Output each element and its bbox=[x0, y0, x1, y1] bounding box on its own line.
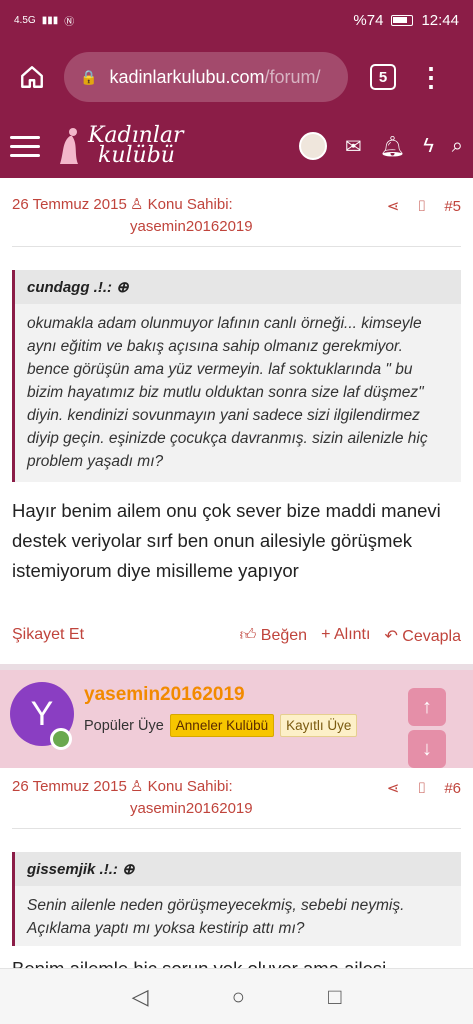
url-host: kadinlarkulubu.com bbox=[109, 66, 265, 87]
post-actions-right: 👍︎ Beğen + Alıntı ↶ Cevapla bbox=[240, 626, 461, 646]
quote-block: gissemjik .!.: ⊕ Senin ailenle neden gör… bbox=[12, 852, 461, 946]
network-indicator: 4.5G bbox=[14, 14, 36, 26]
logo-line-2: kulübü bbox=[98, 143, 175, 168]
home-icon bbox=[21, 66, 43, 88]
quote-text: Senin ailenle neden görüşmeyecekmiş, seb… bbox=[27, 897, 405, 937]
lock-icon: 🔒 bbox=[80, 68, 98, 85]
home-button[interactable] bbox=[12, 57, 52, 97]
arrow-up-circle-icon: ⊕ bbox=[116, 279, 129, 296]
status-left: 4.5G ▮▮▮ Ⓝ bbox=[14, 13, 74, 28]
scroll-up-button[interactable]: ↑ bbox=[408, 688, 446, 726]
quote-button[interactable]: + Alıntı bbox=[321, 626, 370, 646]
battery-percent: %74 bbox=[353, 11, 384, 29]
post-number[interactable]: #5 bbox=[444, 196, 461, 218]
reply-button[interactable]: ↶ Cevapla bbox=[384, 626, 461, 646]
status-right: %74 12:44 bbox=[353, 12, 459, 29]
reply-icon: ↶ bbox=[384, 628, 398, 645]
thread-owner: ♙ Konu Sahibi: yasemin20162019 bbox=[130, 194, 387, 238]
bookmark-icon[interactable]: ⌷ bbox=[417, 778, 426, 800]
online-status-icon bbox=[50, 728, 72, 750]
system-nav-bar: ◁ ○ □ bbox=[0, 968, 473, 1024]
logo-figure-icon bbox=[60, 128, 78, 164]
url-path: /forum/ bbox=[264, 66, 321, 87]
post-date[interactable]: 26 Temmuz 2015 bbox=[12, 776, 130, 820]
owner-label: Konu Sahibi: bbox=[147, 196, 233, 213]
like-label: Beğen bbox=[260, 627, 308, 644]
tab-switcher-button[interactable]: 5 bbox=[370, 64, 396, 90]
club-badge: Anneler Kulübü bbox=[169, 714, 275, 737]
hamburger-menu-icon[interactable] bbox=[10, 135, 40, 157]
address-bar[interactable]: 🔒 kadinlarkulubu.com/forum/ bbox=[64, 52, 348, 102]
scroll-down-button[interactable]: ↓ bbox=[408, 730, 446, 768]
clock: 12:44 bbox=[421, 11, 459, 29]
quote-text: okumakla adam olunmuyor lafının canlı ör… bbox=[27, 315, 428, 470]
back-icon[interactable]: ◁ bbox=[132, 984, 149, 1010]
registered-badge: Kayıtlı Üye bbox=[280, 714, 358, 737]
battery-icon bbox=[391, 14, 414, 26]
post-meta-actions: ⋖ ⌷ #5 bbox=[387, 194, 461, 238]
post-number[interactable]: #6 bbox=[444, 778, 461, 800]
bell-icon[interactable]: 🔔︎ bbox=[380, 134, 405, 159]
recents-icon[interactable]: □ bbox=[328, 984, 341, 1010]
logo-text: Kadınlar kulübü bbox=[88, 125, 184, 168]
divider bbox=[12, 246, 461, 247]
nfc-icon: Ⓝ bbox=[64, 16, 75, 28]
quote-author: cundagg .!.: bbox=[27, 279, 112, 296]
owner-name[interactable]: yasemin20162019 bbox=[130, 798, 387, 820]
user-outline-icon: ♙ bbox=[130, 778, 144, 795]
arrow-down-icon: ↓ bbox=[422, 737, 432, 760]
owner-label: Konu Sahibi: bbox=[147, 778, 233, 795]
arrow-up-icon: ↑ bbox=[422, 695, 432, 718]
username[interactable]: yasemin20162019 bbox=[84, 684, 245, 706]
report-link[interactable]: Şikayet Et bbox=[12, 626, 84, 646]
share-icon[interactable]: ⋖ bbox=[387, 196, 400, 218]
share-icon[interactable]: ⋖ bbox=[387, 778, 400, 800]
reply-label: Cevapla bbox=[402, 628, 461, 645]
site-header: Kadınlar kulübü ✉ 🔔︎ ϟ ⌕ bbox=[0, 114, 473, 178]
post-meta: 26 Temmuz 2015 ♙ Konu Sahibi: yasemin201… bbox=[0, 194, 473, 238]
browser-toolbar: 🔒 kadinlarkulubu.com/forum/ 5 ⋮ bbox=[0, 40, 473, 114]
post-body: Hayır benim ailem onu çok sever bize mad… bbox=[12, 500, 441, 581]
site-logo[interactable]: Kadınlar kulübü bbox=[58, 125, 184, 168]
user-avatar-icon[interactable] bbox=[299, 132, 328, 160]
quote-author: gissemjik .!.: bbox=[27, 861, 118, 878]
post-meta: 26 Temmuz 2015 ♙ Konu Sahibi: yasemin201… bbox=[0, 776, 473, 820]
quote-block: cundagg .!.: ⊕ okumakla adam olunmuyor l… bbox=[12, 270, 461, 482]
user-title-row: Popüler Üye Anneler Kulübü Kayıtlı Üye bbox=[84, 714, 358, 737]
post-meta-actions: ⋖ ⌷ #6 bbox=[387, 776, 461, 820]
thumbs-up-icon: 👍︎ bbox=[239, 627, 257, 644]
more-menu-icon[interactable]: ⋮ bbox=[418, 64, 444, 90]
owner-name[interactable]: yasemin20162019 bbox=[130, 216, 387, 238]
post-date[interactable]: 26 Temmuz 2015 bbox=[12, 194, 130, 238]
status-bar: 4.5G ▮▮▮ Ⓝ %74 12:44 bbox=[0, 0, 473, 40]
header-actions: ✉ 🔔︎ ϟ ⌕ bbox=[299, 132, 463, 160]
lightning-icon[interactable]: ϟ bbox=[423, 135, 434, 158]
mail-icon[interactable]: ✉ bbox=[345, 134, 362, 159]
signal-icon: ▮▮▮ bbox=[41, 14, 59, 26]
user-title: Popüler Üye bbox=[84, 717, 164, 734]
quote-label: Alıntı bbox=[333, 626, 371, 643]
bookmark-icon[interactable]: ⌷ bbox=[417, 196, 426, 218]
divider bbox=[12, 828, 461, 829]
user-outline-icon: ♙ bbox=[130, 196, 144, 213]
like-button[interactable]: 👍︎ Beğen bbox=[240, 626, 307, 646]
home-circle-icon[interactable]: ○ bbox=[232, 984, 245, 1010]
arrow-up-circle-icon: ⊕ bbox=[122, 861, 135, 878]
thread-owner: ♙ Konu Sahibi: yasemin20162019 bbox=[130, 776, 387, 820]
post-actions: Şikayet Et 👍︎ Beğen + Alıntı ↶ Cevapla bbox=[0, 626, 473, 646]
search-icon[interactable]: ⌕ bbox=[452, 135, 463, 158]
plus-icon: + bbox=[321, 626, 331, 643]
quote-header[interactable]: gissemjik .!.: ⊕ bbox=[15, 852, 461, 886]
user-card: Y yasemin20162019 Popüler Üye Anneler Ku… bbox=[0, 670, 473, 768]
quote-header[interactable]: cundagg .!.: ⊕ bbox=[15, 270, 461, 304]
